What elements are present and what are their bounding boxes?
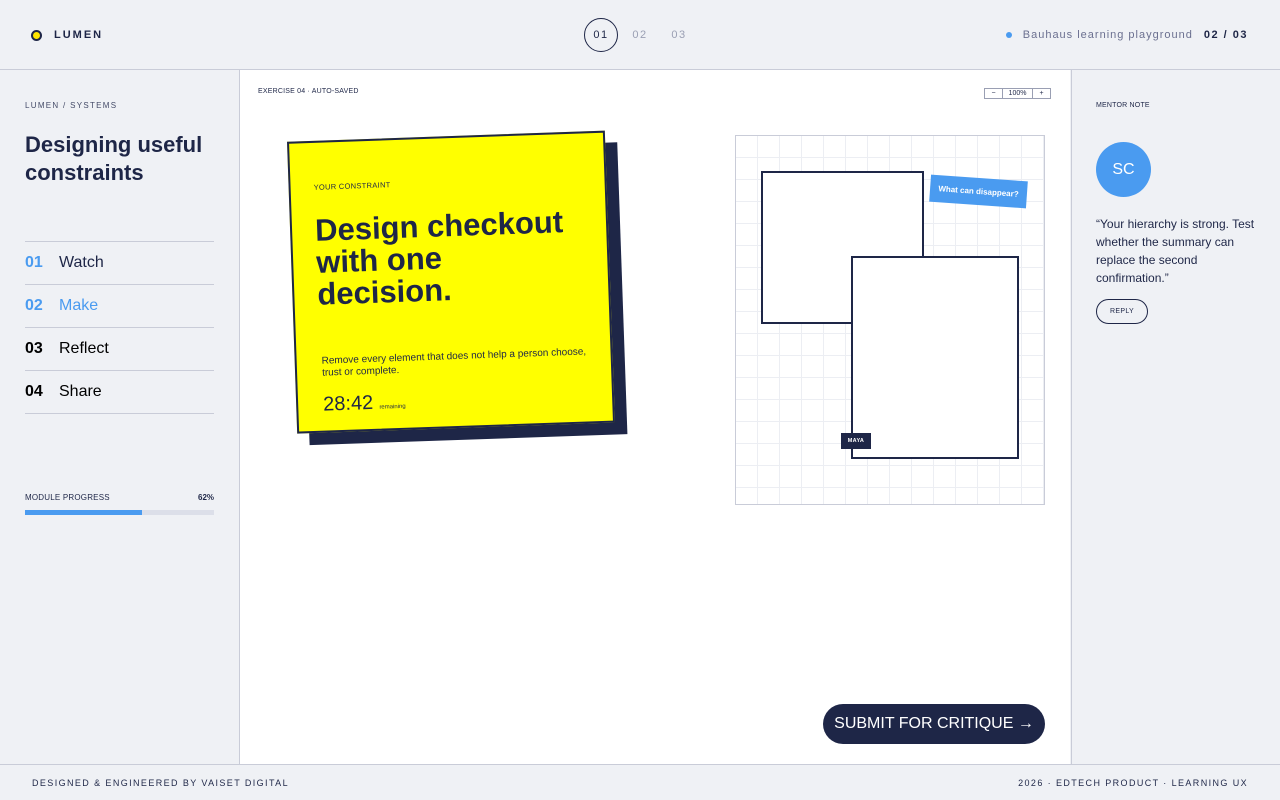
top-header: LUMEN 01 02 03 Bauhaus learning playgrou…	[0, 0, 1280, 70]
nav-item-number: 02	[25, 297, 43, 314]
zoom-control: − 100% +	[984, 88, 1051, 99]
brand-name: LUMEN	[54, 29, 104, 41]
nav-item-label: Reflect	[59, 340, 109, 357]
zoom-out-button[interactable]: −	[985, 89, 1002, 98]
exercise-label: EXERCISE 04 · AUTO-SAVED	[258, 88, 359, 95]
nav-item-number: 01	[25, 254, 43, 271]
card-face: YOUR CONSTRAINT Design checkout with one…	[287, 130, 616, 434]
nav-item-share[interactable]: 04 Share	[25, 371, 214, 414]
timer-value: 28:42	[322, 391, 374, 416]
mentor-quote: “Your hierarchy is strong. Test whether …	[1096, 217, 1255, 285]
card-eyebrow: YOUR CONSTRAINT	[313, 180, 391, 192]
module-title: Designing useful constraints	[25, 132, 203, 185]
footer-meta: 2026 · EDTECH PRODUCT · LEARNING UX	[1018, 778, 1248, 788]
submit-critique-button[interactable]: SUBMIT FOR CRITIQUE →	[823, 704, 1045, 744]
step-03[interactable]: 03	[662, 18, 696, 52]
zoom-in-button[interactable]: +	[1033, 89, 1050, 98]
nav-item-reflect[interactable]: 03 Reflect	[25, 328, 214, 371]
footer-credit: DESIGNED & ENGINEERED BY VAISET DIGITAL	[32, 778, 289, 788]
brand-logo-icon	[31, 29, 42, 41]
reply-button[interactable]: REPLY	[1096, 299, 1148, 324]
collaborator-cursor-tag: MAYA	[841, 433, 871, 449]
zoom-level: 100%	[1002, 89, 1033, 98]
avatar: SC	[1096, 142, 1151, 197]
wireframe-board[interactable]: What can disappear? MAYA	[735, 135, 1045, 505]
nav-item-number: 04	[25, 383, 43, 400]
sticky-note[interactable]: What can disappear?	[929, 174, 1028, 209]
nav-item-label: Share	[59, 383, 102, 400]
mentor-panel: MENTOR NOTE SC “Your hierarchy is strong…	[1071, 70, 1280, 764]
nav-item-label: Make	[59, 297, 99, 314]
footer: DESIGNED & ENGINEERED BY VAISET DIGITAL …	[0, 764, 1280, 800]
header-counter: 02 / 03	[1203, 29, 1248, 41]
nav-item-number: 03	[25, 340, 43, 357]
timer-label: remaining	[379, 403, 406, 411]
progress-value: 62%	[198, 493, 215, 502]
wireframe-frame-2[interactable]	[851, 256, 1019, 459]
progress-fill	[25, 510, 143, 515]
step-02[interactable]: 02	[623, 18, 657, 52]
card-timer: 28:42 remaining	[323, 391, 406, 417]
mentor-label: MENTOR NOTE	[1096, 102, 1150, 109]
progress-bar	[25, 510, 214, 515]
header-tagline: Bauhaus learning playground	[1022, 29, 1193, 41]
breadcrumb: LUMEN / SYSTEMS	[25, 101, 118, 110]
constraint-card[interactable]: YOUR CONSTRAINT Design checkout with one…	[287, 130, 628, 446]
nav-item-watch[interactable]: 01 Watch	[25, 242, 214, 285]
card-headline: Design checkout with one decision.	[314, 204, 564, 312]
module-nav: 01 Watch 02 Make 03 Reflect 04 Share	[25, 241, 214, 414]
module-sidebar: LUMEN / SYSTEMS Designing useful constra…	[0, 70, 240, 764]
step-indicator: 01 02 03	[584, 18, 701, 52]
nav-item-make[interactable]: 02 Make	[25, 285, 214, 328]
header-status: Bauhaus learning playground 02 / 03	[1005, 29, 1248, 41]
status-dot-icon	[1005, 32, 1012, 38]
nav-item-label: Watch	[59, 254, 104, 271]
brand[interactable]: LUMEN	[31, 29, 103, 41]
card-body: Remove every element that does not help …	[321, 346, 587, 379]
step-01[interactable]: 01	[584, 18, 618, 52]
exercise-canvas: EXERCISE 04 · AUTO-SAVED − 100% + YOUR C…	[240, 70, 1070, 764]
progress-label: MODULE PROGRESS	[25, 493, 110, 502]
